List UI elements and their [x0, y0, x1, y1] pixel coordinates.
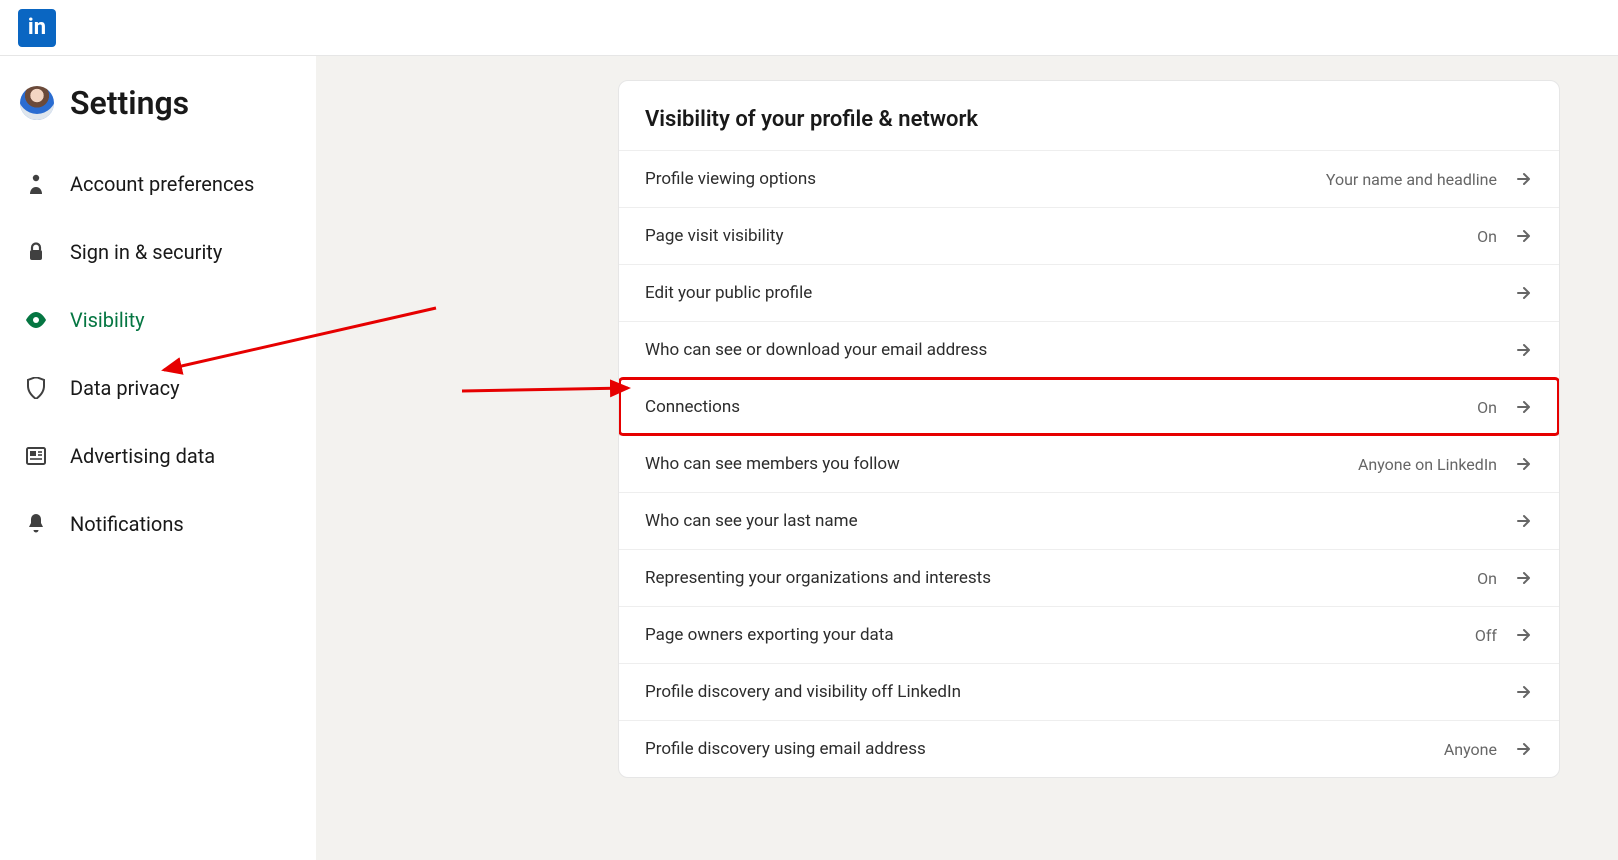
panel-title: Visibility of your profile & network — [619, 81, 1559, 150]
settings-row[interactable]: Profile discovery using email address Any… — [619, 720, 1559, 777]
annotation-arrow-2 — [456, 376, 636, 406]
row-label: Profile discovery using email address — [645, 739, 926, 759]
arrow-right-icon — [1515, 626, 1533, 644]
row-right: Your name and headline — [1326, 170, 1533, 189]
sidebar-item-advertising-data[interactable]: Advertising data — [18, 422, 316, 490]
sidebar-item-label: Visibility — [70, 308, 145, 332]
sidebar-item-label: Advertising data — [70, 444, 215, 468]
row-right — [1515, 683, 1533, 701]
topbar: in — [0, 0, 1618, 56]
row-label: Who can see or download your email addre… — [645, 340, 987, 360]
row-value: Off — [1475, 626, 1497, 645]
arrow-right-icon — [1515, 227, 1533, 245]
arrow-right-icon — [1515, 740, 1533, 758]
settings-row[interactable]: Who can see your last name — [619, 492, 1559, 549]
sidebar: Settings Account preferences Sign in & s… — [0, 56, 316, 860]
arrow-right-icon — [1515, 455, 1533, 473]
linkedin-logo[interactable]: in — [18, 9, 56, 47]
settings-row[interactable]: Profile discovery and visibility off Lin… — [619, 663, 1559, 720]
arrow-right-icon — [1515, 512, 1533, 530]
row-right: Anyone on LinkedIn — [1358, 455, 1533, 474]
sidebar-item-account-preferences[interactable]: Account preferences — [18, 150, 316, 218]
row-right — [1515, 284, 1533, 302]
settings-row[interactable]: Who can see members you follow Anyone on … — [619, 435, 1559, 492]
settings-row[interactable]: Representing your organizations and inte… — [619, 549, 1559, 606]
sidebar-item-label: Account preferences — [70, 172, 254, 196]
row-label: Edit your public profile — [645, 283, 812, 303]
lock-icon — [24, 242, 48, 262]
row-value: On — [1477, 227, 1497, 246]
eye-icon — [24, 312, 48, 328]
sidebar-item-visibility[interactable]: Visibility — [18, 286, 316, 354]
shield-icon — [24, 377, 48, 399]
row-label: Page owners exporting your data — [645, 625, 894, 645]
arrow-right-icon — [1515, 284, 1533, 302]
row-right — [1515, 341, 1533, 359]
row-right: Anyone — [1444, 740, 1533, 759]
row-value: Anyone — [1444, 740, 1497, 759]
person-icon — [24, 174, 48, 194]
avatar[interactable] — [20, 86, 54, 120]
arrow-right-icon — [1515, 398, 1533, 416]
settings-row[interactable]: Who can see or download your email addre… — [619, 321, 1559, 378]
settings-row[interactable]: Page visit visibility On — [619, 207, 1559, 264]
row-right: Off — [1475, 626, 1533, 645]
settings-row[interactable]: Profile viewing options Your name and hea… — [619, 150, 1559, 207]
sidebar-item-label: Notifications — [70, 512, 184, 536]
settings-row[interactable]: Page owners exporting your data Off — [619, 606, 1559, 663]
row-label: Representing your organizations and inte… — [645, 568, 991, 588]
arrow-right-icon — [1515, 569, 1533, 587]
sidebar-item-data-privacy[interactable]: Data privacy — [18, 354, 316, 422]
bell-icon — [24, 514, 48, 534]
settings-row[interactable]: Edit your public profile — [619, 264, 1559, 321]
content: Visibility of your profile & network Pro… — [316, 56, 1618, 860]
sidebar-item-label: Data privacy — [70, 376, 180, 400]
row-label: Connections — [645, 397, 740, 417]
sidebar-item-sign-in-security[interactable]: Sign in & security — [18, 218, 316, 286]
row-value: Your name and headline — [1326, 170, 1497, 189]
row-label: Profile discovery and visibility off Lin… — [645, 682, 961, 702]
sidebar-item-notifications[interactable]: Notifications — [18, 490, 316, 558]
row-right: On — [1477, 398, 1533, 417]
row-value: Anyone on LinkedIn — [1358, 455, 1497, 474]
row-value: On — [1477, 398, 1497, 417]
settings-panel: Visibility of your profile & network Pro… — [618, 80, 1560, 778]
row-value: On — [1477, 569, 1497, 588]
arrow-right-icon — [1515, 170, 1533, 188]
row-right: On — [1477, 569, 1533, 588]
arrow-right-icon — [1515, 341, 1533, 359]
page-title: Settings — [70, 84, 189, 122]
settings-header: Settings — [18, 78, 316, 150]
newspaper-icon — [24, 447, 48, 465]
row-right — [1515, 512, 1533, 530]
logo-text: in — [28, 15, 46, 40]
row-label: Page visit visibility — [645, 226, 784, 246]
sidebar-item-label: Sign in & security — [70, 240, 222, 264]
row-label: Profile viewing options — [645, 169, 816, 189]
row-label: Who can see your last name — [645, 511, 858, 531]
row-right: On — [1477, 227, 1533, 246]
arrow-right-icon — [1515, 683, 1533, 701]
row-label: Who can see members you follow — [645, 454, 900, 474]
settings-row[interactable]: Connections On — [619, 378, 1559, 435]
